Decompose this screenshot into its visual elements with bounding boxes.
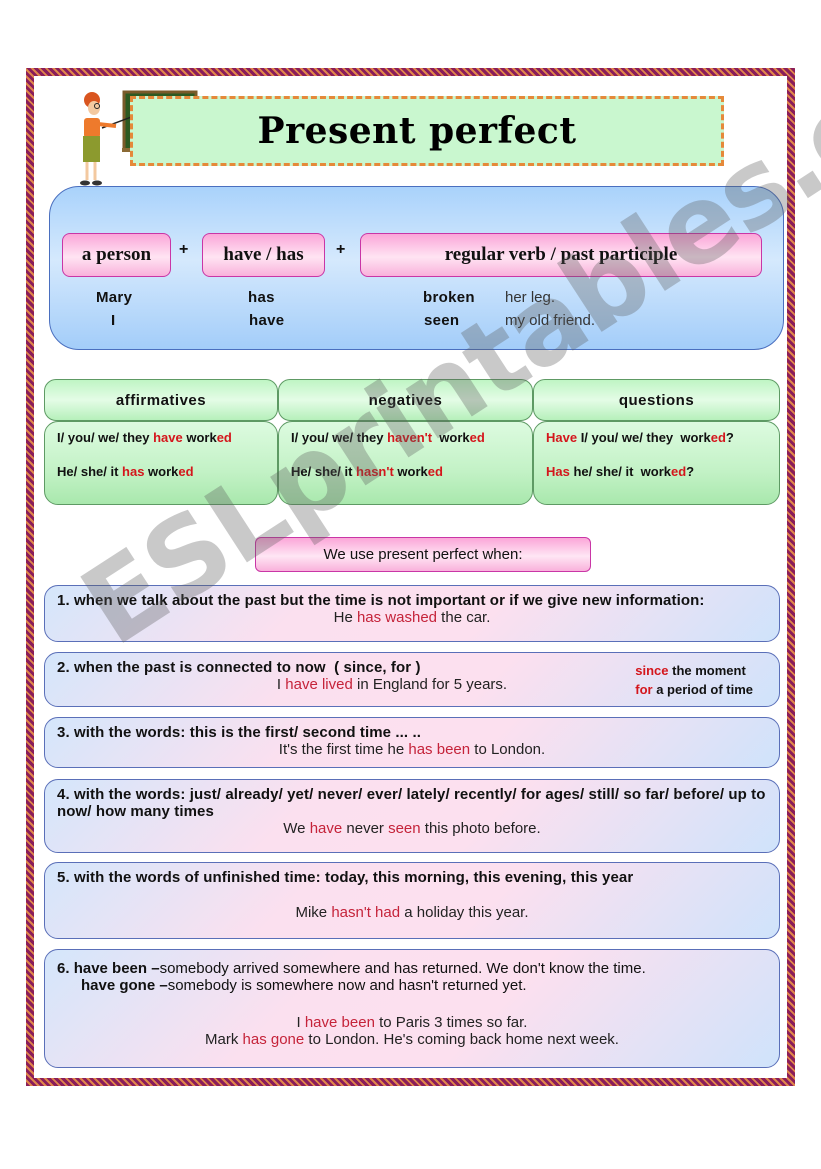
page-title: Present perfect — [257, 110, 577, 152]
rule-heading: 1. when we talk about the past but the t… — [57, 592, 705, 609]
negatives-column: negatives I/ you/ we/ they haven't worke… — [278, 379, 533, 505]
questions-column: questions Have I/ you/ we/ they worked? … — [533, 379, 780, 505]
form-line: He/ she/ it has worked — [57, 464, 194, 479]
usage-rule: 1. when we talk about the past but the t… — [44, 585, 780, 642]
rule-heading: 4. with the words: just/ already/ yet/ n… — [57, 786, 766, 820]
note-since: since the moment — [635, 663, 746, 678]
rule-example: I have been to Paris 3 times so far. — [296, 1014, 528, 1031]
plus-sign: + — [336, 241, 346, 258]
rule-example: Mike hasn't had a holiday this year. — [295, 904, 529, 921]
usage-header: We use present perfect when: — [255, 537, 591, 572]
usage-rule: 6. have been –somebody arrived somewhere… — [44, 949, 780, 1068]
rule-example: He has washed the car. — [333, 609, 491, 626]
affirmatives-body: I/ you/ we/ they have worked He/ she/ it… — [44, 421, 278, 505]
form-line: Has he/ she/ it worked? — [546, 464, 695, 479]
example-subject: I — [111, 312, 116, 329]
affirmatives-column: affirmatives I/ you/ we/ they have worke… — [44, 379, 278, 505]
negatives-header: negatives — [278, 379, 533, 421]
usage-rule: 2. when the past is connected to now ( s… — [44, 652, 780, 707]
questions-header: questions — [533, 379, 780, 421]
questions-body: Have I/ you/ we/ they worked? Has he/ sh… — [533, 421, 780, 505]
since-for-notes: since the moment for a period of time — [635, 661, 753, 699]
example-rest: my old friend. — [505, 312, 596, 329]
example-rest: her leg. — [505, 289, 556, 306]
rule-example: It's the first time he has been to Londo… — [278, 741, 546, 758]
rule-heading: 5. with the words of unfinished time: to… — [57, 869, 634, 886]
usage-rule: 5. with the words of unfinished time: to… — [44, 862, 780, 939]
formula-part-auxiliary: have / has — [202, 233, 325, 277]
form-line: I/ you/ we/ they have worked — [57, 430, 232, 445]
forms-table: affirmatives I/ you/ we/ they have worke… — [44, 379, 780, 505]
example-aux: have — [249, 312, 285, 329]
rule-definition: have gone –somebody is somewhere now and… — [81, 977, 527, 994]
rule-definition: 6. have been –somebody arrived somewhere… — [57, 960, 646, 977]
formula-part-subject: a person — [62, 233, 171, 277]
note-for: for a period of time — [635, 682, 753, 697]
example-participle: seen — [424, 312, 460, 329]
formula-panel: a person + have / has + regular verb / p… — [49, 186, 784, 350]
rule-heading: 3. with the words: this is the first/ se… — [57, 724, 421, 741]
affirmatives-header: affirmatives — [44, 379, 278, 421]
negatives-body: I/ you/ we/ they haven't worked He/ she/… — [278, 421, 533, 505]
example-participle: broken — [423, 289, 475, 306]
form-line: He/ she/ it hasn't worked — [291, 464, 443, 479]
form-line: Have I/ you/ we/ they worked? — [546, 430, 734, 445]
title-banner: Present perfect — [130, 96, 724, 166]
formula-part-participle: regular verb / past participle — [360, 233, 762, 277]
example-aux: has — [248, 289, 275, 306]
rule-example: We have never seen this photo before. — [283, 820, 541, 837]
usage-rule: 4. with the words: just/ already/ yet/ n… — [44, 779, 780, 853]
plus-sign: + — [179, 241, 189, 258]
form-line: I/ you/ we/ they haven't worked — [291, 430, 485, 445]
rule-example: Mark has gone to London. He's coming bac… — [205, 1031, 619, 1048]
usage-rule: 3. with the words: this is the first/ se… — [44, 717, 780, 768]
example-subject: Mary — [96, 289, 133, 306]
